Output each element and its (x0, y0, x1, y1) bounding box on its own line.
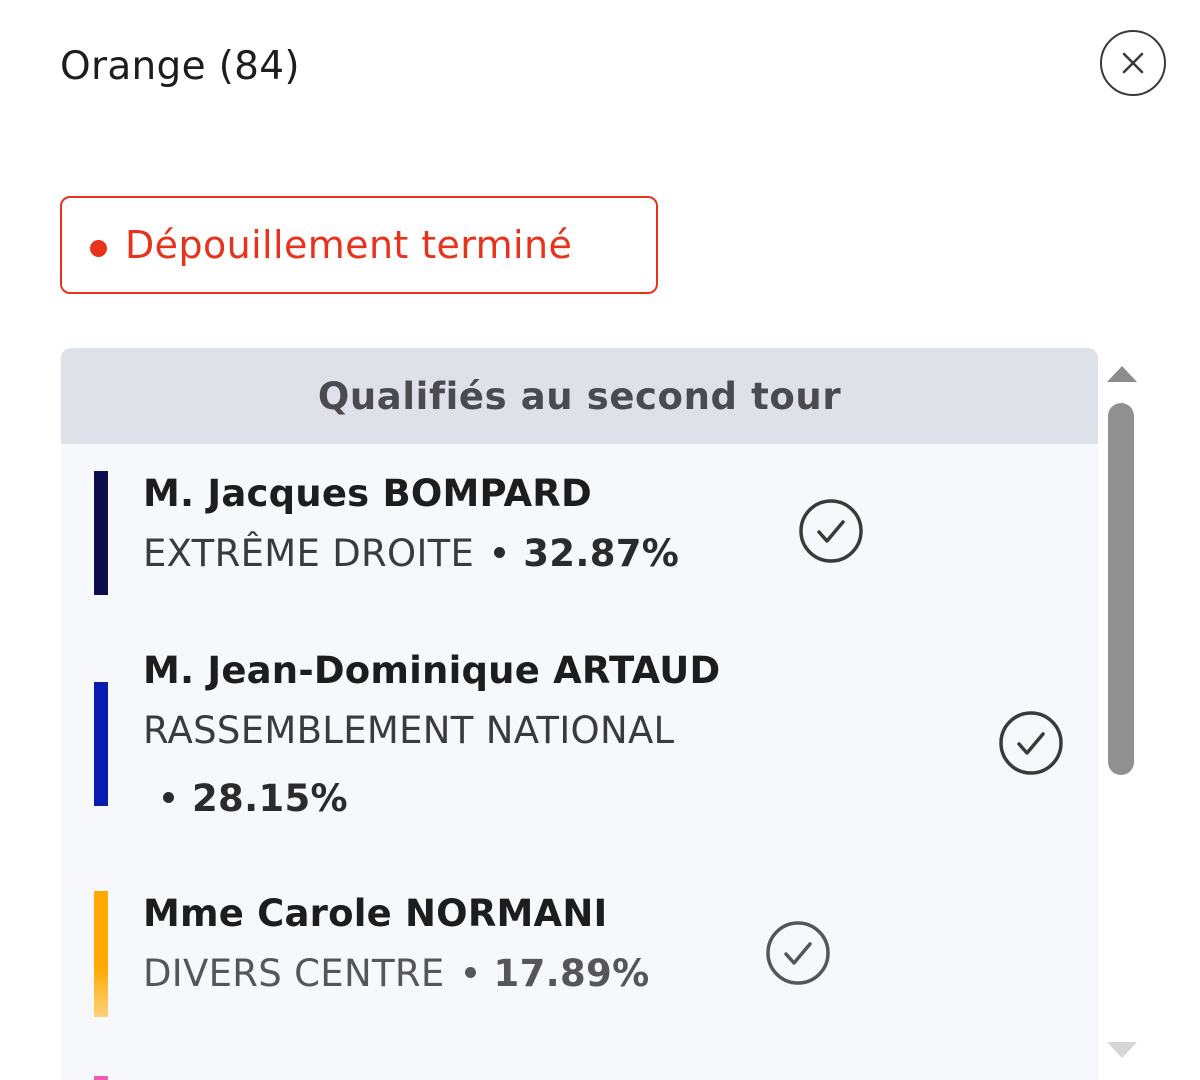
candidate-name: M. Jean-Dominique ARTAUD (143, 649, 721, 692)
candidate-party: RASSEMBLEMENT NATIONAL (143, 709, 675, 752)
candidate-party: EXTRÊME DROITE (143, 532, 475, 575)
commune-title: Orange (84) (60, 44, 300, 89)
bullet-icon (464, 967, 476, 978)
results-popup: Orange (84) Dépouillement terminé Qualif… (0, 0, 1200, 1080)
party-color-bar (94, 891, 108, 1017)
candidate-percent-line: 28.15% (143, 777, 348, 820)
check-circle-icon (799, 499, 863, 563)
candidate-name: M. Jacques BOMPARD (143, 472, 592, 515)
candidate-row: M. Jean-Dominique ARTAUD RASSEMBLEMENT N… (61, 624, 1098, 864)
candidate-party-line: DIVERS CENTRE 17.89% (143, 952, 649, 995)
party-color-bar (94, 1076, 108, 1080)
scroll-down-arrow-icon[interactable] (1107, 1042, 1137, 1058)
status-dot-icon (90, 239, 107, 257)
close-button[interactable] (1100, 30, 1166, 96)
status-badge: Dépouillement terminé (60, 196, 658, 294)
status-label: Dépouillement terminé (125, 223, 573, 267)
candidate-percent: 17.89% (493, 952, 650, 995)
candidate-row: Mme Carole NORMANI DIVERS CENTRE 17.89% (61, 864, 1098, 1064)
candidate-name: Mme Carole NORMANI (143, 892, 608, 935)
candidate-percent: 32.87% (523, 532, 680, 575)
party-color-bar (94, 471, 108, 595)
candidate-row: M. Jacques BOMPARD EXTRÊME DROITE 32.87% (61, 444, 1098, 624)
bullet-icon (494, 547, 506, 558)
scroll-up-arrow-icon[interactable] (1107, 366, 1137, 382)
close-icon (1122, 52, 1144, 74)
candidate-party: DIVERS CENTRE (143, 952, 445, 995)
candidate-percent: 28.15% (192, 777, 348, 820)
bullet-icon (163, 792, 174, 803)
party-color-bar (94, 682, 108, 806)
candidate-row-partial (61, 1064, 1098, 1080)
scrollbar-thumb[interactable] (1108, 403, 1134, 775)
candidate-party-line: EXTRÊME DROITE 32.87% (143, 532, 679, 575)
candidates-panel[interactable]: Qualifiés au second tour M. Jacques BOMP… (61, 348, 1098, 1080)
check-circle-icon (766, 921, 830, 985)
panel-heading: Qualifiés au second tour (61, 348, 1098, 444)
check-circle-icon (999, 711, 1063, 775)
